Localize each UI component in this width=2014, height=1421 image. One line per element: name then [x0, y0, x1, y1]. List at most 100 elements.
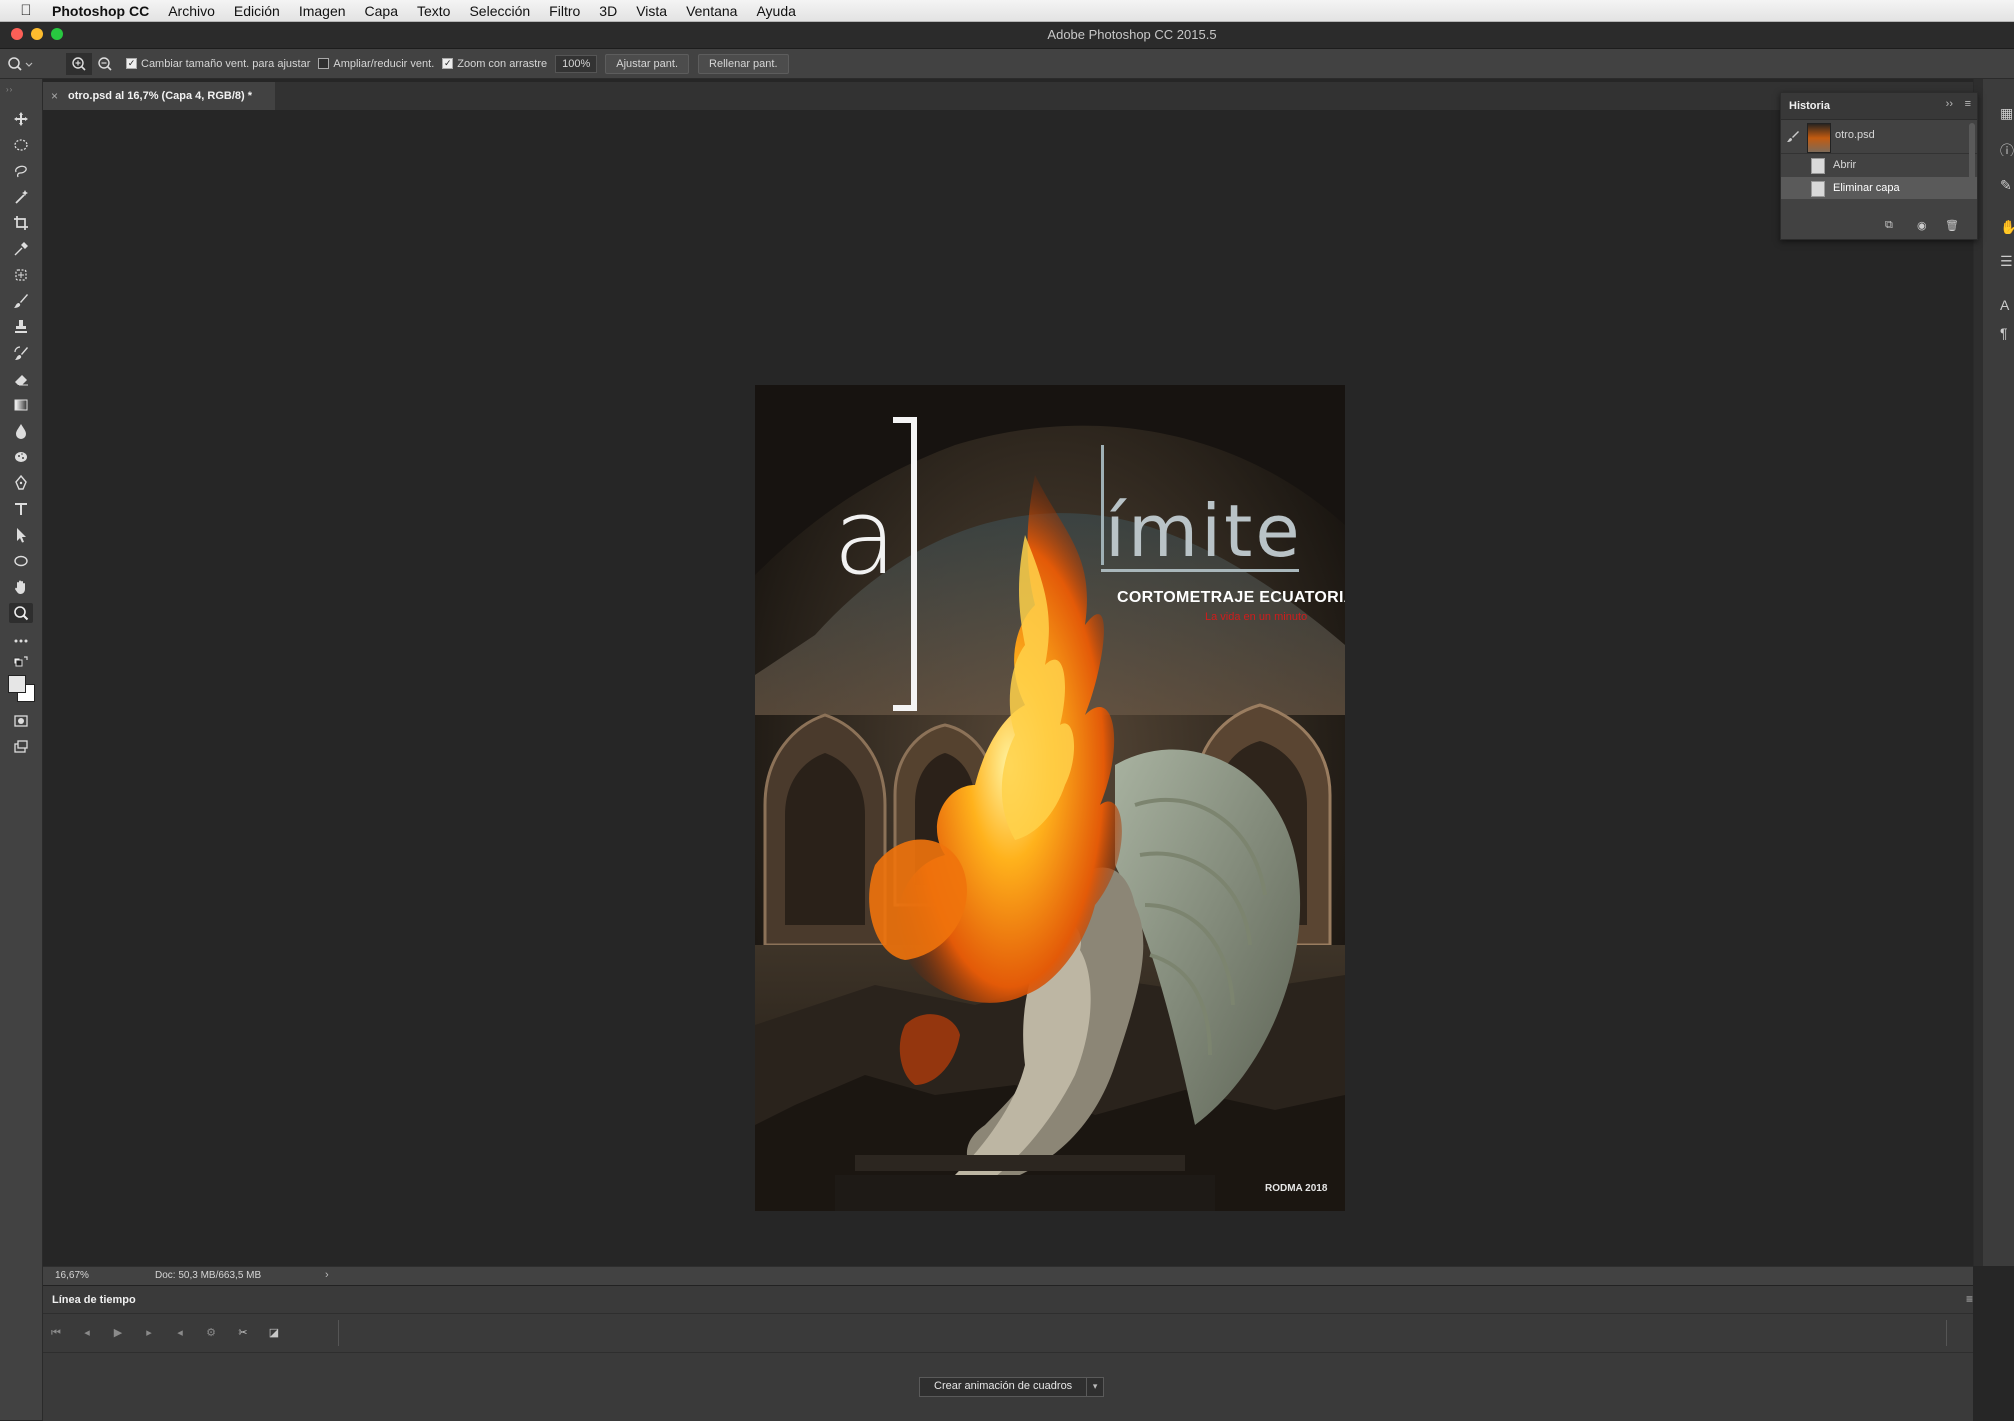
elliptical-marquee-icon — [14, 139, 28, 151]
collapse-panel-icon[interactable]: ›› — [1946, 98, 1953, 110]
camera-icon[interactable]: ◉ — [1917, 219, 1931, 232]
settings-gear-icon[interactable]: ⚙ — [204, 1326, 218, 1340]
marquee-tool[interactable] — [9, 135, 33, 155]
resize-windows-checkbox[interactable]: ✓ Cambiar tamaño vent. para ajustar — [126, 58, 310, 70]
apple-icon[interactable]:  — [0, 2, 52, 19]
history-step-selected[interactable]: Eliminar capa — [1781, 177, 1977, 199]
menu-photoshop[interactable]: Photoshop CC — [52, 3, 149, 19]
trash-icon[interactable]: 🗑 — [1945, 219, 1959, 232]
history-scrollbar[interactable] — [1969, 123, 1975, 199]
next-frame-icon[interactable]: ▸ — [142, 1326, 156, 1340]
document-size: Doc: 50,3 MB/663,5 MB — [155, 1270, 262, 1281]
menu-ventana[interactable]: Ventana — [686, 3, 737, 19]
brush-panel-icon[interactable]: ✎ — [2000, 177, 2014, 192]
fit-screen-button[interactable]: Ajustar pant. — [605, 53, 690, 74]
type-icon — [15, 503, 27, 515]
zoom-icon — [14, 606, 29, 621]
zoom-out-button[interactable] — [92, 53, 118, 75]
history-brush-source-icon[interactable] — [1787, 130, 1799, 142]
lasso-tool[interactable] — [9, 161, 33, 181]
histogram-panel-icon[interactable]: ▦ — [2000, 105, 2014, 120]
poster-credit: RODMA 2018 — [1265, 1183, 1328, 1194]
previous-frame-icon[interactable]: ◂ — [80, 1326, 94, 1340]
scrubby-zoom-checkbox[interactable]: ✓ Zoom con arrastre — [442, 58, 547, 70]
history-snapshot[interactable]: otro.psd — [1781, 121, 1977, 154]
history-brush-tool[interactable] — [9, 343, 33, 363]
info-panel-icon[interactable]: ⓘ — [2000, 141, 2014, 156]
create-frame-animation-button[interactable]: Crear animación de cuadros ▾ — [919, 1377, 1105, 1397]
menu-vista[interactable]: Vista — [636, 3, 667, 19]
tool-preset-picker[interactable] — [0, 53, 40, 75]
checkbox-empty-icon — [318, 58, 330, 69]
stamp-icon — [15, 320, 27, 333]
eraser-tool[interactable] — [9, 369, 33, 389]
history-step[interactable]: Abrir — [1781, 154, 1977, 176]
chevron-right-icon[interactable]: › — [325, 1269, 329, 1281]
menu-seleccion[interactable]: Selección — [469, 3, 530, 19]
window-title: Adobe Photoshop CC 2015.5 — [1047, 27, 1217, 42]
panel-menu-icon[interactable]: ≡ — [1965, 98, 1971, 110]
play-icon[interactable]: ▶ — [111, 1326, 125, 1340]
menu-3d[interactable]: 3D — [599, 3, 617, 19]
move-tool[interactable] — [9, 109, 33, 129]
type-tool[interactable] — [9, 499, 33, 519]
menubar:  Photoshop CC Archivo Edición Imagen Ca… — [0, 0, 2014, 22]
menu-texto[interactable]: Texto — [417, 3, 450, 19]
document-tab[interactable]: × otro.psd al 16,7% (Capa 4, RGB/8) * — [43, 82, 275, 110]
magic-wand-tool[interactable] — [9, 187, 33, 207]
menu-filtro[interactable]: Filtro — [549, 3, 580, 19]
clone-stamp-tool[interactable] — [9, 317, 33, 337]
hand-tool[interactable] — [9, 577, 33, 597]
zoom-level[interactable]: 16,67% — [55, 1270, 89, 1281]
chevron-down-icon[interactable]: ▾ — [1086, 1378, 1103, 1396]
pen-tool[interactable] — [9, 473, 33, 493]
menu-capa[interactable]: Capa — [365, 3, 398, 19]
transition-icon[interactable]: ◪ — [267, 1326, 281, 1340]
new-document-from-state-icon[interactable]: ⧉ — [1885, 219, 1899, 231]
eyedropper-tool[interactable] — [9, 239, 33, 259]
menu-imagen[interactable]: Imagen — [299, 3, 346, 19]
zoom-tool[interactable] — [9, 603, 33, 623]
blur-tool[interactable] — [9, 421, 33, 441]
menu-edicion[interactable]: Edición — [234, 3, 280, 19]
zoom-out-icon — [98, 56, 112, 71]
panel-grip-icon[interactable]: ›› — [6, 85, 13, 94]
poster-image[interactable]: a ímite CORTOMETRAJE ECUATORIANO La vida… — [755, 385, 1345, 1211]
dodge-tool[interactable] — [9, 447, 33, 467]
gradient-tool[interactable] — [9, 395, 33, 415]
close-icon[interactable]: × — [51, 89, 58, 103]
shape-tool[interactable] — [9, 551, 33, 571]
menu-ayuda[interactable]: Ayuda — [756, 3, 795, 19]
audio-icon[interactable]: ◂ — [173, 1326, 187, 1340]
canvas-area[interactable]: a ímite CORTOMETRAJE ECUATORIANO La vida… — [43, 110, 1973, 1266]
crop-icon — [14, 216, 28, 230]
character-panel-icon[interactable]: A — [2000, 297, 2014, 312]
eyedropper-icon — [14, 242, 28, 256]
path-selection-tool[interactable] — [9, 525, 33, 545]
crop-tool[interactable] — [9, 213, 33, 233]
menu-archivo[interactable]: Archivo — [168, 3, 215, 19]
scissors-icon[interactable]: ✂ — [236, 1326, 250, 1340]
brush-tool[interactable] — [9, 291, 33, 311]
dock-scrollbar[interactable] — [1974, 79, 1983, 1266]
divider — [1946, 1320, 1947, 1346]
tool-presets-icon[interactable]: ✋ — [2000, 219, 2014, 234]
zoom-all-windows-checkbox[interactable]: Ampliar/reducir vent. — [318, 58, 434, 70]
edit-toolbar-button[interactable] — [9, 631, 33, 651]
zoom-100-button[interactable]: 100% — [555, 54, 598, 73]
foreground-color-swatch[interactable] — [8, 675, 26, 693]
paragraph-panel-icon[interactable]: ¶ — [2000, 325, 2014, 340]
panel-menu-icon[interactable]: ≡ — [1966, 1292, 1973, 1306]
fill-screen-button[interactable]: Rellenar pant. — [698, 53, 789, 74]
history-panel-title[interactable]: Historia — [1789, 100, 1830, 112]
adjustments-panel-icon[interactable]: ☰ — [2000, 253, 2014, 268]
screen-mode-button[interactable] — [9, 737, 33, 757]
screen-mode-icon — [14, 740, 28, 753]
default-colors-button[interactable] — [9, 655, 33, 669]
zoom-in-button[interactable] — [66, 52, 92, 75]
healing-brush-tool[interactable] — [9, 265, 33, 285]
timeline-title[interactable]: Línea de tiempo — [52, 1294, 136, 1306]
first-frame-icon[interactable]: ⏮ — [49, 1326, 63, 1340]
checkmark-icon: ✓ — [126, 58, 137, 69]
quick-mask-button[interactable] — [9, 711, 33, 731]
